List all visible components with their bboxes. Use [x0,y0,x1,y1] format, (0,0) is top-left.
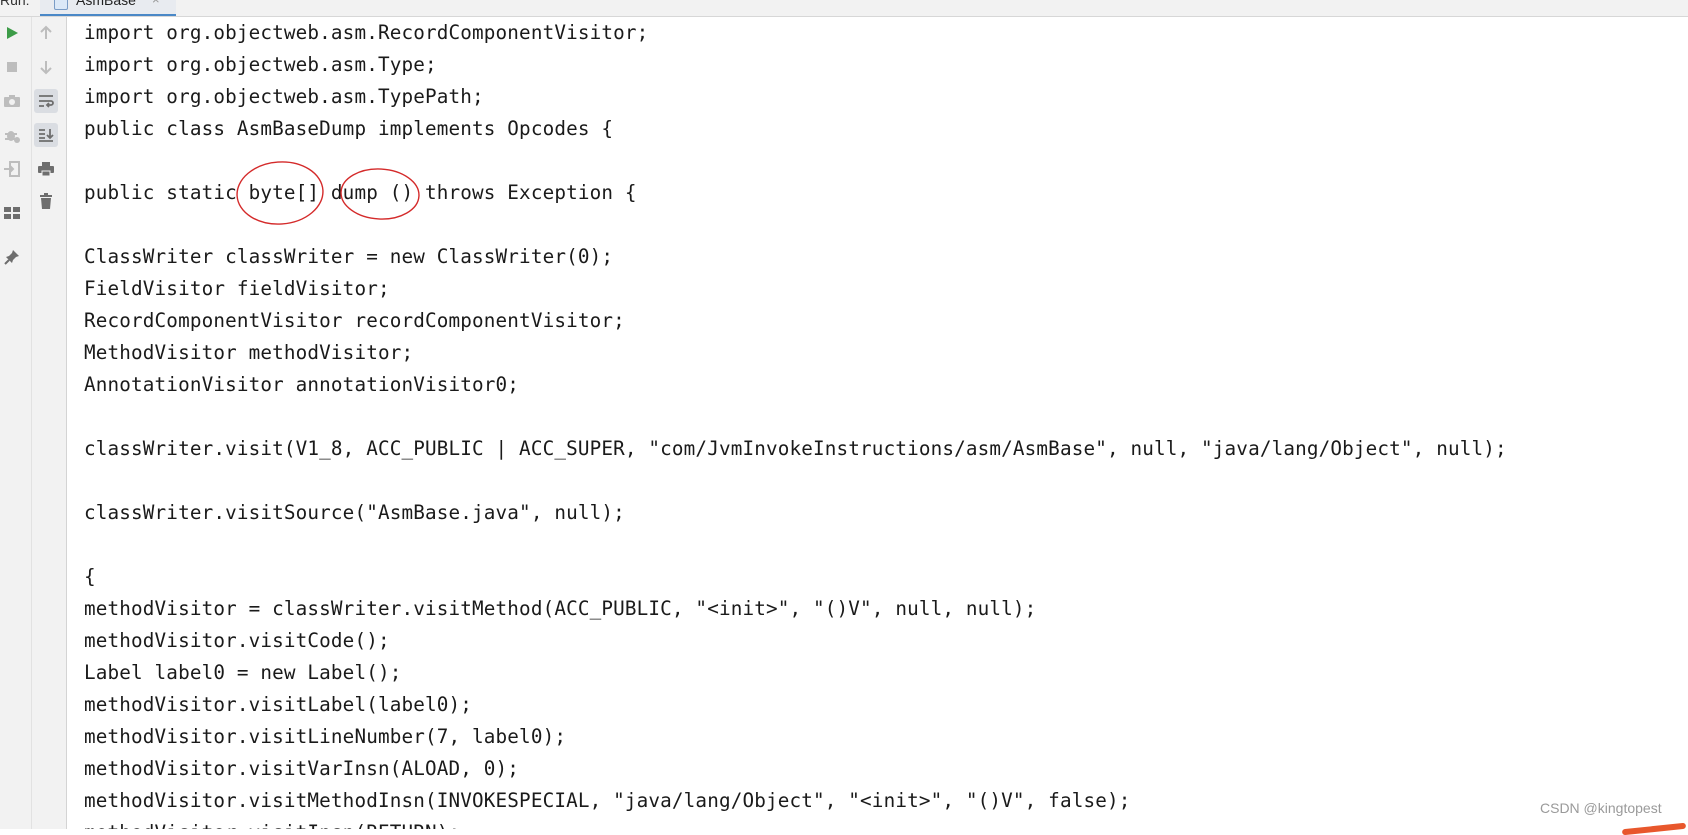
code-line: methodVisitor.visitInsn(RETURN); [84,817,460,829]
code-line: methodVisitor.visitVarInsn(ALOAD, 0); [84,757,520,780]
code-line: import org.objectweb.asm.Type; [84,53,437,76]
code-line: public static byte[] dump () throws Exce… [84,181,637,204]
code-line: { [84,565,96,588]
print-icon[interactable] [34,157,58,181]
camera-icon[interactable] [0,89,24,113]
scroll-to-end-icon[interactable] [34,123,58,147]
toolbar-divider [31,17,32,829]
tab-asmbase[interactable]: AsmBase × [40,0,176,16]
down-arrow-icon[interactable] [34,55,58,79]
run-label: Run: [0,0,30,8]
up-arrow-icon[interactable] [34,21,58,45]
file-icon [54,0,68,10]
code-line: import org.objectweb.asm.TypePath; [84,85,484,108]
code-line: RecordComponentVisitor recordComponentVi… [84,309,625,332]
code-line: FieldVisitor fieldVisitor; [84,277,390,300]
code-line: MethodVisitor methodVisitor; [84,341,414,364]
code-line: public class AsmBaseDump implements Opco… [84,117,614,140]
watermark: CSDN @kingtopest [1540,800,1662,816]
code-line: ClassWriter classWriter = new ClassWrite… [84,245,614,268]
code-line: methodVisitor.visitCode(); [84,629,390,652]
tab-label: AsmBase [76,0,136,8]
code-line: Label label0 = new Label(); [84,661,402,684]
trash-icon[interactable] [34,189,58,213]
layout-icon[interactable] [0,201,24,225]
close-icon[interactable]: × [152,0,160,7]
code-line: methodVisitor.visitLineNumber(7, label0)… [84,725,567,748]
code-line: methodVisitor.visitMethodInsn(INVOKESPEC… [84,789,1131,812]
run-icon[interactable] [0,21,24,45]
pin-icon[interactable] [0,245,24,269]
login-icon[interactable] [0,157,24,181]
code-line: classWriter.visitSource("AsmBase.java", … [84,501,625,524]
debug-icon[interactable] [0,123,24,147]
code-line: AnnotationVisitor annotationVisitor0; [84,373,520,396]
code-line: methodVisitor = classWriter.visitMethod(… [84,597,1037,620]
code-line: classWriter.visit(V1_8, ACC_PUBLIC | ACC… [84,437,1507,460]
soft-wrap-icon[interactable] [34,89,58,113]
code-line: methodVisitor.visitLabel(label0); [84,693,473,716]
run-toolbar [0,17,67,829]
run-tool-window-header: Run: AsmBase × [0,0,1688,17]
stop-icon[interactable] [0,55,24,79]
code-line: import org.objectweb.asm.RecordComponent… [84,21,649,44]
console-output[interactable]: import org.objectweb.asm.RecordComponent… [84,17,1684,829]
